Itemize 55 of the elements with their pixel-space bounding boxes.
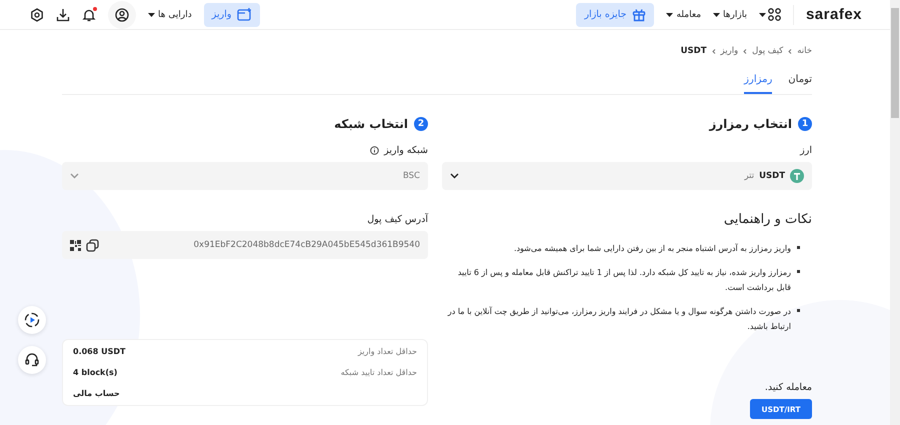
- field-label: شبکه واریز: [384, 145, 428, 156]
- info-value: 4 block(s): [73, 368, 118, 377]
- info-icon[interactable]: [370, 146, 380, 155]
- chevron-left-icon: [788, 48, 792, 54]
- tab[interactable]: رمزارز: [744, 70, 772, 94]
- deposit-button[interactable]: واریز: [204, 2, 260, 26]
- bullet-icon: [797, 309, 800, 312]
- copy-icon[interactable]: [86, 238, 99, 252]
- trade-prompt: معامله کنید.: [764, 382, 812, 393]
- caret-icon: [758, 12, 766, 16]
- tip-text: در صورت داشتن هرگونه سوال و یا مشکل در فرایند واریز رمزارز، می‌توانید از طریق چت آنلاین با ما در ارتباط باشید.: [446, 306, 791, 333]
- chevron-down-icon[interactable]: [450, 173, 459, 179]
- tip-text: رمزارز واریز شده، نیاز به تایید کل شبکه دارد. لذا پس از 1 تایید تراکنش قابل معامله و پس از 6 تایید قابل برداشت است.: [456, 267, 791, 294]
- section-title: نکات و راهنمایی: [722, 212, 812, 227]
- settings-icon[interactable]: [30, 8, 44, 22]
- section-title: انتخاب رمزارز: [709, 117, 792, 131]
- section-title: انتخاب شبکه: [334, 117, 408, 131]
- caret-icon: [713, 12, 720, 16]
- play-icon: [24, 312, 40, 328]
- nav-menu[interactable]: بازارها: [713, 10, 747, 20]
- info-label: حداقل تعداد واریز: [358, 347, 417, 356]
- prize-button[interactable]: جایزه بازار: [576, 2, 654, 26]
- field-label: ارز: [800, 145, 812, 156]
- logo[interactable]: sarafex: [806, 6, 862, 23]
- download-icon[interactable]: [56, 8, 70, 22]
- apps-grid-icon[interactable]: [768, 8, 781, 21]
- wallet-plus-icon: [237, 8, 252, 21]
- network-select[interactable]: BSC: [62, 162, 428, 190]
- bullet-icon: [797, 270, 800, 273]
- tab[interactable]: تومان: [788, 70, 812, 94]
- info-value: 0.068 USDT: [73, 347, 126, 356]
- headset-icon: [24, 352, 40, 368]
- tip-text: واریز رمزارز به آدرس اشتباه منجر به از بین رفتن دارایی شما برای همیشه می‌شود.: [514, 242, 791, 255]
- qr-code-icon[interactable]: [70, 240, 81, 250]
- bullet-icon: [797, 246, 800, 249]
- profile-button[interactable]: [108, 0, 136, 28]
- gift-icon: [632, 8, 646, 22]
- info-label: حداقل تعداد تایید شبکه: [340, 368, 417, 377]
- assets-menu[interactable]: دارایی ها: [148, 10, 192, 20]
- bell-icon[interactable]: [82, 8, 96, 22]
- step-number: 1: [798, 117, 812, 131]
- caret-icon: [148, 12, 155, 16]
- caret-icon: [666, 12, 674, 16]
- chevron-left-icon: [743, 48, 748, 54]
- breadcrumb-link[interactable]: کیف پول: [752, 46, 784, 56]
- breadcrumb-link[interactable]: خانه: [797, 46, 812, 56]
- step-number: 2: [414, 117, 428, 131]
- user-icon: [115, 8, 129, 22]
- address-field[interactable]: 0x91EbF2C2048b8dcE74cB29A045bE545d361B9540: [62, 231, 428, 259]
- chevron-left-icon: [712, 48, 716, 54]
- info-value: حساب مالی: [73, 389, 120, 398]
- field-label: آدرس کیف پول: [367, 214, 428, 225]
- breadcrumb-link[interactable]: واریز: [720, 46, 738, 56]
- tether-icon: [790, 169, 804, 183]
- nav-menu[interactable]: معامله: [666, 10, 702, 20]
